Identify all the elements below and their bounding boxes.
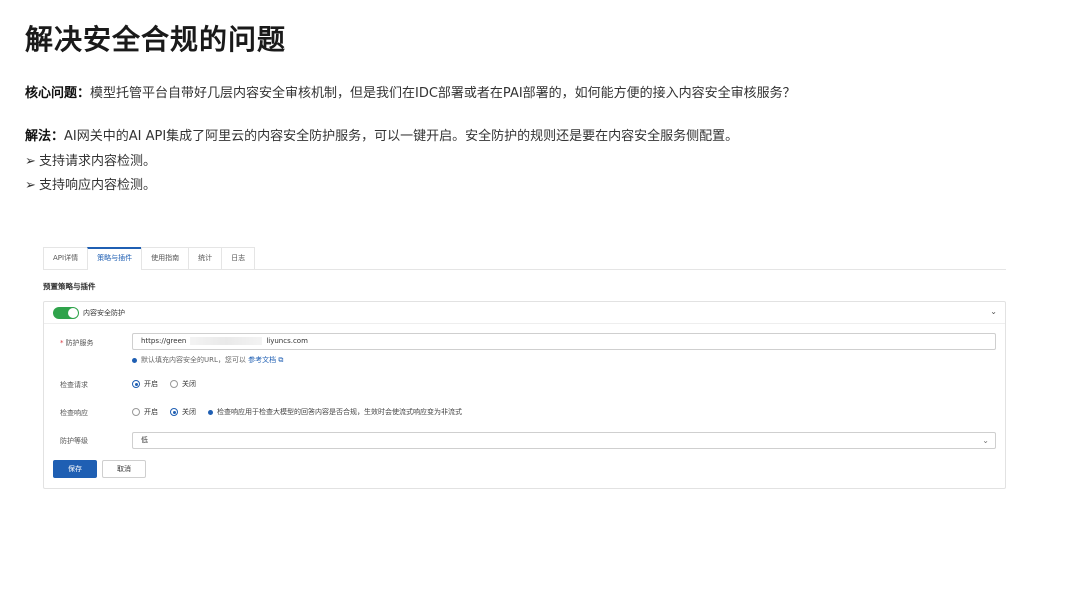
cancel-button[interactable]: 取消: [102, 460, 146, 478]
radio-label: 关闭: [182, 380, 196, 388]
core-question-label: 核心问题：: [25, 86, 91, 101]
bullet-text: 支持请求内容检测。: [39, 154, 157, 169]
bullet-response: ➢ 支持响应内容检测。: [25, 174, 156, 193]
bullet-arrow-icon: ➢: [25, 178, 36, 193]
radio-label: 关闭: [182, 408, 196, 416]
info-icon: [132, 357, 137, 363]
external-link-icon: ⧉: [278, 356, 284, 364]
tab-logs[interactable]: 日志: [221, 247, 256, 269]
tab-policies-plugins[interactable]: 策略与插件: [87, 247, 143, 270]
content-safety-toggle[interactable]: [53, 307, 79, 319]
check-response-label: 检查响应: [60, 409, 88, 417]
chevron-down-icon[interactable]: ⌄: [990, 307, 997, 316]
redacted-region: [190, 337, 263, 345]
radio-icon: [132, 408, 140, 416]
service-label: * 防护服务: [60, 338, 94, 348]
check-response-note: 检查响应用于检查大模型的回答内容是否合规，生效时会使流式响应变为非流式: [208, 407, 462, 417]
core-question: 核心问题：模型托管平台自带好几层内容安全审核机制，但是我们在IDC部署或者在PA…: [25, 82, 796, 101]
service-url-prefix: https://green: [141, 337, 187, 345]
info-icon: [208, 409, 213, 415]
service-label-text: 防护服务: [65, 339, 94, 347]
check-response-radios: 开启 关闭 检查响应用于检查大模型的回答内容是否合规，生效时会使流式响应变为非流…: [132, 407, 462, 417]
tab-statistics[interactable]: 统计: [188, 247, 223, 269]
tab-bar: API详情 策略与插件 使用指南 统计 日志: [43, 247, 1006, 270]
toggle-knob: [68, 308, 78, 318]
protection-level-label: 防护等级: [60, 437, 88, 445]
check-request-label: 检查请求: [60, 381, 88, 389]
bullet-arrow-icon: ➢: [25, 154, 36, 169]
check-request-off[interactable]: 关闭: [170, 379, 196, 389]
docs-link[interactable]: 参考文档: [248, 356, 276, 364]
section-title: 预置策略与插件: [43, 282, 96, 291]
radio-icon: [170, 380, 178, 388]
required-mark: *: [60, 339, 64, 347]
radio-icon: [132, 380, 140, 388]
solution: 解法：AI网关中的AI API集成了阿里云的内容安全防护服务，可以一键开启。安全…: [25, 125, 738, 144]
bullet-text: 支持响应内容检测。: [39, 178, 157, 193]
tab-api-detail[interactable]: API详情: [43, 247, 89, 269]
check-response-on[interactable]: 开启: [132, 407, 158, 417]
console-screenshot: API详情 策略与插件 使用指南 统计 日志 预置策略与插件 内容安全防护 ⌄ …: [43, 247, 1006, 490]
save-button[interactable]: 保存: [53, 460, 97, 478]
solution-label: 解法：: [25, 129, 65, 144]
core-question-text: 模型托管平台自带好几层内容安全审核机制，但是我们在IDC部署或者在PAI部署的，…: [90, 86, 796, 101]
chevron-down-icon: ⌄: [982, 436, 989, 445]
radio-icon: [170, 408, 178, 416]
protection-level-value: 低: [141, 436, 148, 444]
service-url-suffix: liyuncs.com: [266, 337, 308, 345]
check-response-off[interactable]: 关闭: [170, 407, 196, 417]
check-request-on[interactable]: 开启: [132, 379, 158, 389]
note-text: 检查响应用于检查大模型的回答内容是否合规，生效时会使流式响应变为非流式: [217, 408, 462, 416]
slide-title: 解决安全合规的问题: [25, 23, 287, 56]
check-request-radios: 开启 关闭: [132, 379, 208, 389]
solution-text: AI网关中的AI API集成了阿里云的内容安全防护服务，可以一键开启。安全防护的…: [64, 129, 739, 144]
bullet-request: ➢ 支持请求内容检测。: [25, 150, 156, 169]
radio-label: 开启: [144, 408, 158, 416]
card-header[interactable]: 内容安全防护 ⌄: [44, 302, 1005, 324]
service-hint: 默认填充内容安全的URL，您可以 参考文档 ⧉: [132, 355, 283, 365]
tab-usage-guide[interactable]: 使用指南: [141, 247, 190, 269]
protection-level-select[interactable]: 低 ⌄: [132, 432, 996, 449]
service-url-input[interactable]: https://green liyuncs.com: [132, 333, 996, 350]
radio-label: 开启: [144, 380, 158, 388]
hint-text: 默认填充内容安全的URL，您可以: [141, 356, 246, 364]
content-safety-card: 内容安全防护 ⌄ * 防护服务 https://green liyuncs.com …: [43, 301, 1006, 489]
toggle-label: 内容安全防护: [83, 309, 125, 317]
